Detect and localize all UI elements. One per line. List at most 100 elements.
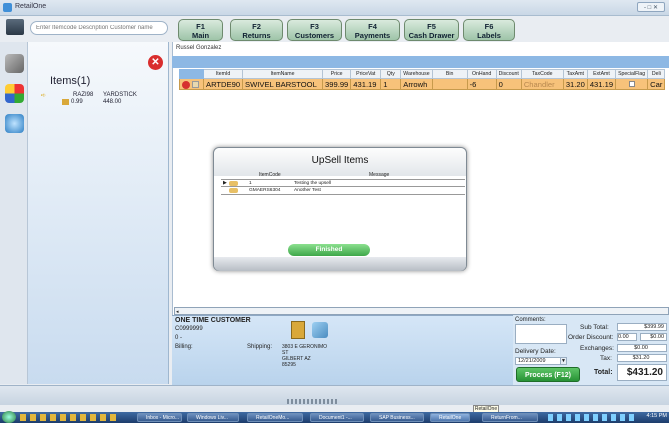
taskbar-item-document1[interactable]: Document1 -...	[310, 413, 364, 422]
f4-payments-button[interactable]: F4 Payments	[345, 19, 400, 41]
close-icon[interactable]: ✕	[148, 55, 163, 70]
cell-taxcode[interactable]: Chandler	[520, 78, 564, 90]
book-icon[interactable]	[291, 321, 305, 339]
taskbar-item-sap-business[interactable]: SAP Business...	[370, 413, 424, 422]
table-row[interactable]: ARTDE90 SWIVEL BARSTOOL 399.99 431.19 1 …	[179, 78, 666, 90]
col-bin[interactable]: Bin	[431, 69, 468, 79]
special-flag-checkbox[interactable]	[628, 80, 635, 87]
cell-pricevat[interactable]: 431.19	[350, 78, 382, 90]
f3-customers-button[interactable]: F3 Customers	[287, 19, 342, 41]
item-icon	[229, 181, 238, 186]
f1-main-button[interactable]: F1 Main	[178, 19, 223, 41]
col-specialflag[interactable]: SpecialFlag	[615, 69, 649, 79]
dialog-col-message: Message	[369, 172, 390, 178]
f3-key: F3	[310, 22, 319, 31]
cell-taxamt[interactable]: 31.20	[562, 78, 588, 90]
chart-icon[interactable]	[5, 84, 24, 103]
col-pricevat[interactable]: PriceVat	[350, 69, 382, 79]
taskbar-item-inbox[interactable]: Inbox - Micro...	[137, 413, 182, 422]
left-toolbar	[0, 42, 28, 384]
col-taxamt[interactable]: TaxAmt	[562, 69, 588, 79]
left-item-name: YARDSTICK	[103, 92, 137, 98]
taskbar-item-returnfrom[interactable]: ReturnFrom...	[482, 413, 538, 422]
window-controls[interactable]: - □ ✕	[637, 2, 665, 12]
col-onhand[interactable]: OnHand	[466, 69, 497, 79]
total-label: Total:	[594, 369, 613, 376]
comments-label: Comments:	[515, 317, 546, 323]
cell-onhand[interactable]: -6	[466, 78, 497, 90]
computer-icon[interactable]	[6, 19, 24, 35]
resize-grip[interactable]	[287, 399, 337, 404]
cell-bin[interactable]	[431, 78, 468, 90]
chevron-down-icon[interactable]: ▼	[560, 357, 567, 365]
taskbar-item-retailonemo[interactable]: RetailOneMo...	[247, 413, 303, 422]
row-action-cell[interactable]	[179, 78, 204, 90]
items-count-title: Items(1)	[50, 75, 91, 87]
edit-icon[interactable]	[192, 81, 199, 88]
col-extamt[interactable]: ExtAmt	[586, 69, 617, 79]
quicklaunch-icons[interactable]	[20, 414, 120, 421]
list-item[interactable]: ▶ 1 Testing the upsell	[221, 179, 465, 187]
cell-itemname[interactable]: SWIVEL BARSTOOL	[242, 78, 324, 90]
upsell-row2-message: Another Test	[294, 188, 321, 193]
cell-warehouse[interactable]: Arrowh	[400, 78, 433, 90]
refresh-icon[interactable]	[5, 114, 24, 133]
address-line1: 3803 E GERONIMO	[282, 344, 328, 350]
header-band	[172, 56, 669, 68]
upsell-row1-message: Testing the upsell	[294, 181, 332, 186]
start-button[interactable]	[2, 411, 16, 423]
col-price[interactable]: Price	[322, 69, 352, 79]
arrow-icon: ➪	[41, 93, 47, 99]
customer-heading: ONE TIME CUSTOMER	[175, 317, 251, 324]
f3-label: Customers	[294, 31, 335, 40]
horizontal-scrollbar[interactable]: ◂	[174, 307, 669, 315]
f5-label: Cash Drawer	[408, 31, 455, 40]
subtotal-label: Sub Total:	[580, 324, 609, 331]
taskbar-item-windows-live[interactable]: Windows Liv...	[187, 413, 239, 422]
clock: 4:15 PM	[646, 413, 667, 419]
billing-label: Billing:	[175, 344, 193, 350]
customer-zero: 0 -	[175, 335, 183, 341]
process-button[interactable]: Process (F12)	[516, 367, 580, 382]
upsell-row2-code: GMAERS6304	[249, 188, 281, 193]
f6-labels-button[interactable]: F6 Labels	[463, 19, 515, 41]
taskbar-item-retailone[interactable]: RetailOne	[430, 413, 470, 422]
address-line4: 85295	[282, 362, 296, 368]
col-qty[interactable]: Qty	[380, 69, 402, 79]
cell-itemid[interactable]: ARTDE90	[202, 78, 244, 90]
tax-label: Tax:	[600, 355, 612, 362]
exchanges-label: Exchanges:	[580, 345, 614, 352]
finished-button[interactable]: Finished	[288, 244, 370, 256]
tray-icons[interactable]	[548, 414, 638, 421]
grid-corner	[179, 69, 204, 79]
f2-returns-button[interactable]: F2 Returns	[230, 19, 283, 41]
col-itemid[interactable]: ItemId	[202, 69, 244, 79]
order-discount-field[interactable]: $0.00	[640, 333, 667, 341]
f5-cash-drawer-button[interactable]: F5 Cash Drawer	[404, 19, 459, 41]
cell-deli[interactable]: Car	[647, 78, 666, 90]
cell-discount[interactable]: 0	[495, 78, 522, 90]
app-icon	[3, 3, 12, 12]
tools-icon[interactable]	[5, 54, 24, 73]
delete-icon[interactable]	[182, 80, 190, 89]
col-itemname[interactable]: ItemName	[242, 69, 324, 79]
window-title: RetailOne	[15, 3, 47, 10]
col-taxcode[interactable]: TaxCode	[520, 69, 564, 79]
comments-field[interactable]	[515, 324, 567, 344]
col-warehouse[interactable]: Warehouse	[400, 69, 433, 79]
cell-price[interactable]: 399.99	[322, 78, 352, 90]
cell-extamt[interactable]: 431.19	[586, 78, 617, 90]
cell-specialflag[interactable]	[615, 78, 649, 90]
list-item[interactable]: GMAERS6304 Another Test	[221, 187, 465, 195]
f6-label: Labels	[477, 31, 501, 40]
col-discount[interactable]: Discount	[495, 69, 522, 79]
search-input[interactable]	[30, 21, 168, 35]
f2-label: Returns	[242, 31, 271, 40]
order-discount-pct-field[interactable]: 0.00	[617, 333, 637, 341]
col-deli[interactable]: Deli	[647, 69, 666, 79]
cell-qty[interactable]: 1	[380, 78, 402, 90]
row-pointer-icon: ▶	[223, 180, 227, 186]
edit-customer-icon[interactable]	[312, 322, 328, 338]
dialog-title: UpSell Items	[214, 148, 466, 176]
upsell-row1-code: 1	[249, 181, 252, 186]
